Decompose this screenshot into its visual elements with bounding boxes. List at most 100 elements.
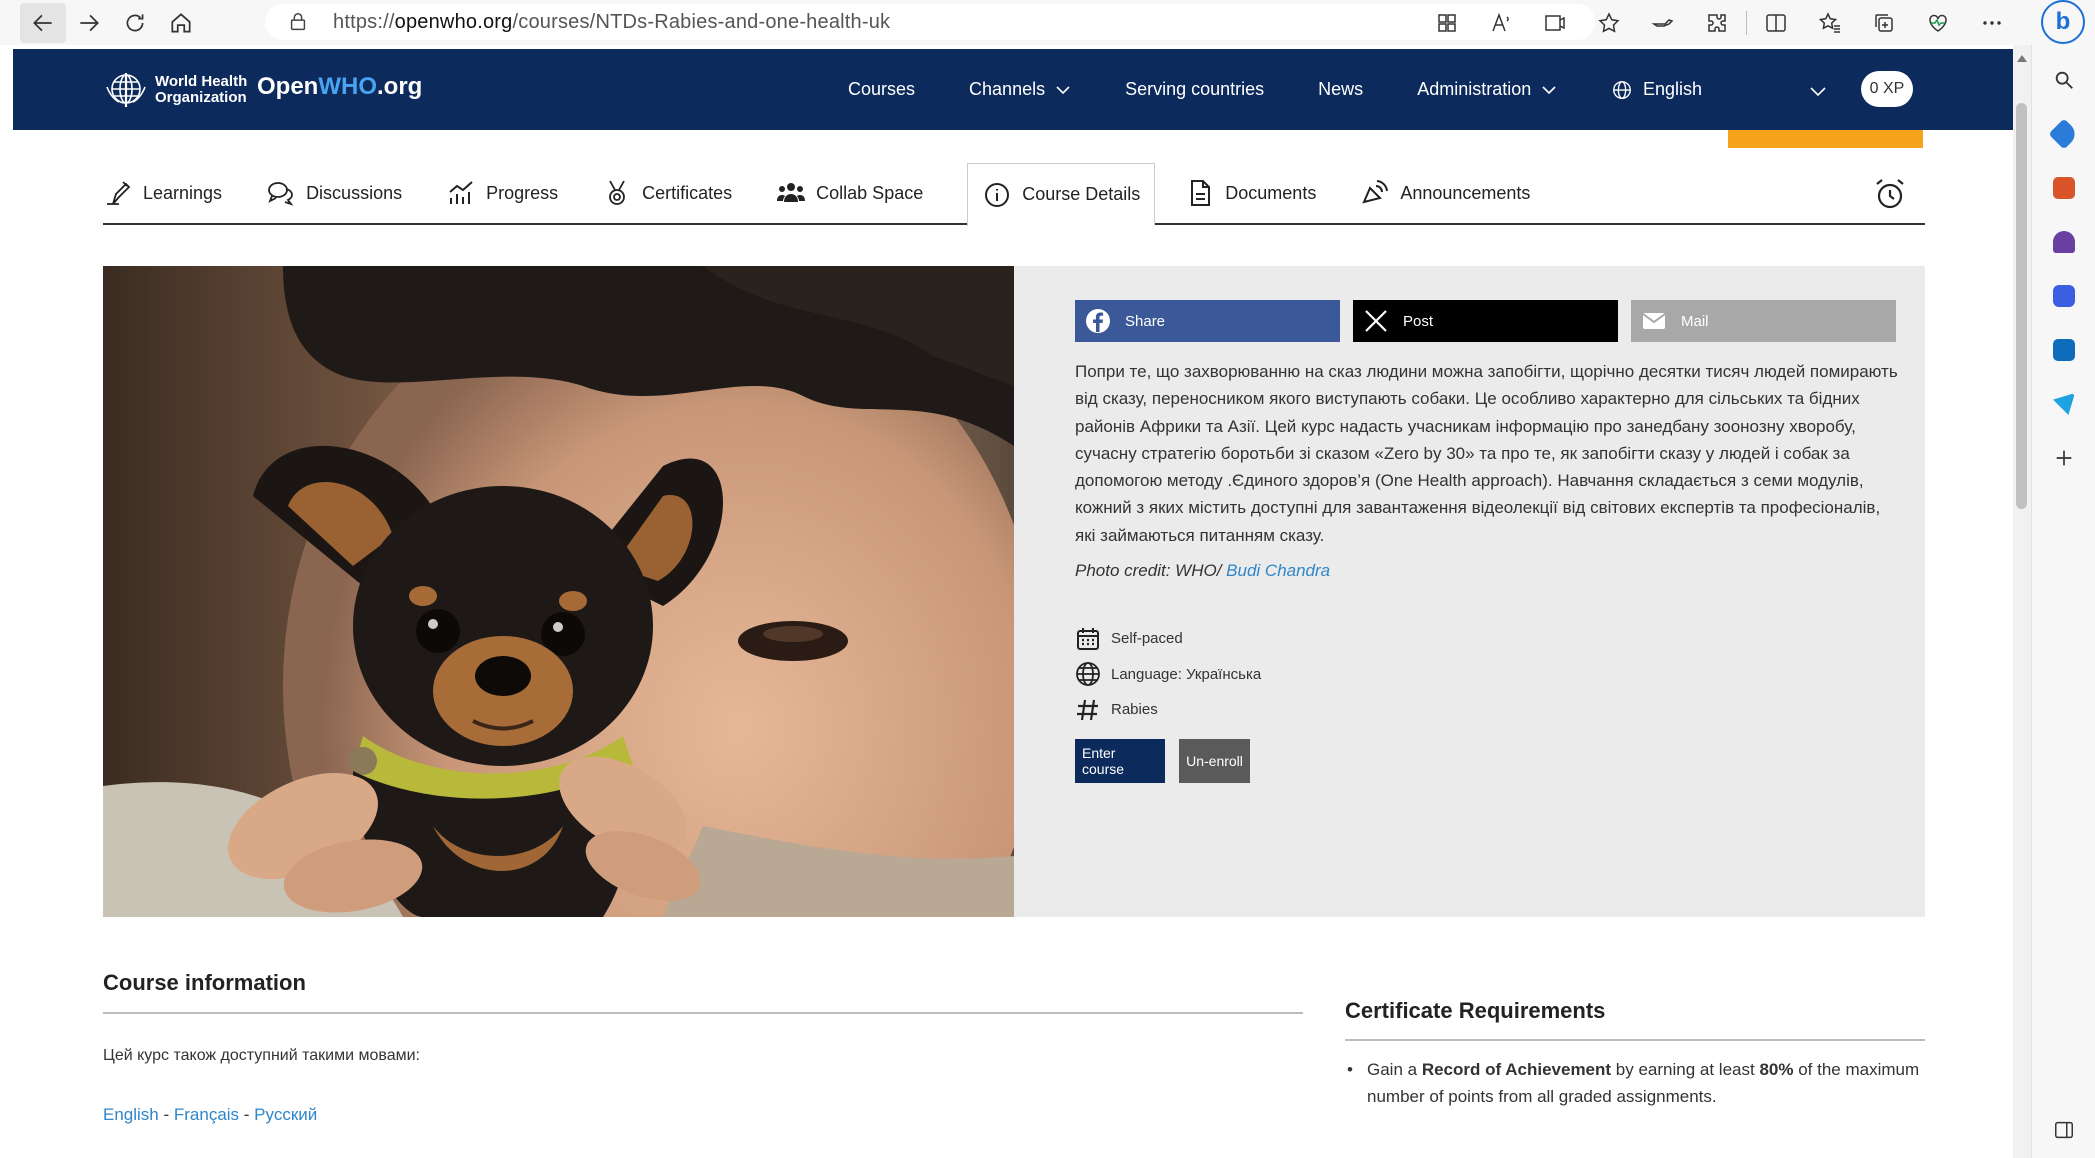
nav-courses-label: Courses [848,79,916,99]
scroll-thumb[interactable] [2016,103,2027,509]
sidebar-add-button[interactable] [2032,431,2095,485]
url-text: https://openwho.org/courses/NTDs-Rabies-… [333,11,890,34]
forward-button[interactable] [66,0,112,45]
extensions-button[interactable] [1690,0,1744,45]
course-meta: Self-paced Language: Українська Rabies [1075,621,1903,728]
user-menu-chevron-icon[interactable] [1808,81,1828,101]
app-available-button[interactable] [1420,0,1474,45]
browser-essentials-button[interactable] [1911,0,1965,45]
extension-button[interactable] [1636,0,1690,45]
chess-icon [2053,231,2075,253]
calendar-icon [1077,627,1099,650]
tab-documents-label: Documents [1225,182,1317,203]
star-icon [1598,11,1620,33]
enter-course-button[interactable]: Enter course [1075,738,1165,783]
tab-course-details[interactable]: Course Details [967,162,1156,226]
split-screen-icon [1766,13,1786,32]
certificate-requirements-divider [1345,1039,1925,1041]
language-label: English [1643,79,1703,99]
site-header: World Health Organization OpenWHO.org Co… [13,49,2013,130]
mail-icon [1642,313,1666,329]
globe-icon [1613,80,1631,99]
page-scrollbar[interactable] [2013,45,2031,1158]
share-facebook-button[interactable]: Share [1075,300,1340,342]
unenroll-button[interactable]: Un-enroll [1179,738,1250,783]
sidebar-toggle-button[interactable] [2032,1110,2095,1150]
immersive-reader-button[interactable] [1528,0,1582,45]
language-selector[interactable]: English [1611,49,1702,130]
sidebar-outlook-button[interactable] [2032,323,2095,377]
sidebar-shopping-button[interactable] [2032,107,2095,161]
read-aloud-button[interactable] [1474,0,1528,45]
tab-announcements[interactable]: Announcements [1360,162,1530,224]
sidebar-send-button[interactable] [2032,377,2095,431]
photo-credit-link[interactable]: Budi Chandra [1226,561,1330,580]
more-button[interactable] [1965,0,2019,45]
tab-documents[interactable]: Documents [1185,162,1316,224]
nav-news-label: News [1318,79,1364,99]
who-logo[interactable]: World Health Organization [103,69,247,111]
scroll-up-arrow[interactable] [2017,55,2027,62]
nav-serving-countries[interactable]: Serving countries [1125,79,1264,100]
document-icon [1191,180,1211,206]
course-information-divider [103,1012,1303,1014]
discussions-icon [268,182,294,206]
address-bar[interactable]: https://openwho.org/courses/NTDs-Rabies-… [265,4,1595,40]
brand-org: .org [377,73,423,100]
collections-icon [1875,13,1893,32]
language-link-english[interactable]: English [103,1105,159,1124]
home-button[interactable] [158,0,204,45]
url-domain: openwho.org [394,10,513,33]
back-button[interactable] [20,2,66,43]
nav-courses[interactable]: Courses [848,79,915,100]
sidebar-toggle-icon [2055,1121,2073,1139]
sidebar-tools-button[interactable] [2032,161,2095,215]
favorites-button[interactable] [1803,0,1857,45]
nav-serving-countries-label: Serving countries [1125,79,1265,99]
top-navigation: Courses Channels Serving countries News … [848,49,1611,130]
language-link-french[interactable]: Français [174,1105,239,1124]
openwho-brand[interactable]: OpenWHO.org [257,73,422,101]
tab-certificates[interactable]: Certificates [602,162,732,224]
xp-badge[interactable]: 0 XP [1861,71,1913,107]
url-prefix: https:// [333,10,395,33]
tab-learnings[interactable]: Learnings [103,162,222,224]
tab-learnings-label: Learnings [143,182,223,203]
toolbar-divider [1746,10,1747,35]
nav-administration[interactable]: Administration [1417,79,1557,100]
collections-button[interactable] [1857,0,1911,45]
arrow-right-icon [80,14,99,31]
refresh-button[interactable] [112,0,158,45]
toolbox-icon [2053,177,2075,199]
language-link-russian[interactable]: Русский [254,1105,317,1124]
share-mail-button[interactable]: Mail [1631,300,1896,342]
meta-language: Language: Українська [1075,657,1903,693]
course-actions: Enter course Un-enroll [1075,738,1903,783]
nav-channels[interactable]: Channels [969,79,1071,100]
tab-discussions[interactable]: Discussions [266,162,402,224]
favorite-button[interactable] [1582,0,1636,45]
edge-sidebar [2031,45,2095,1158]
alarm-clock-icon[interactable] [1873,177,1907,211]
copilot-button[interactable]: b [2041,0,2085,44]
nav-administration-label: Administration [1417,79,1532,99]
sidebar-office-button[interactable] [2032,269,2095,323]
sidebar-games-button[interactable] [2032,215,2095,269]
nav-news[interactable]: News [1318,79,1363,100]
enter-course-label: Enter course [1082,744,1125,777]
read-aloud-icon [1492,12,1509,31]
refresh-icon [126,13,144,31]
course-information-title: Course information [103,970,306,995]
globe-icon [1076,662,1100,687]
more-icon [1983,20,2001,25]
tab-progress[interactable]: Progress [446,162,558,224]
photo-credit-prefix: Photo credit: WHO/ [1075,561,1227,581]
share-x-button[interactable]: Post [1353,300,1618,342]
who-logo-text: World Health Organization [155,74,247,106]
tab-collab-space[interactable]: Collab Space [776,162,923,224]
share-mail-label: Mail [1681,312,1709,330]
brand-open: Open [257,73,319,100]
course-description: Попри те, що захворюванню на сказ людини… [1075,362,1898,545]
split-screen-button[interactable] [1749,0,1803,45]
sidebar-search-button[interactable] [2032,53,2095,107]
